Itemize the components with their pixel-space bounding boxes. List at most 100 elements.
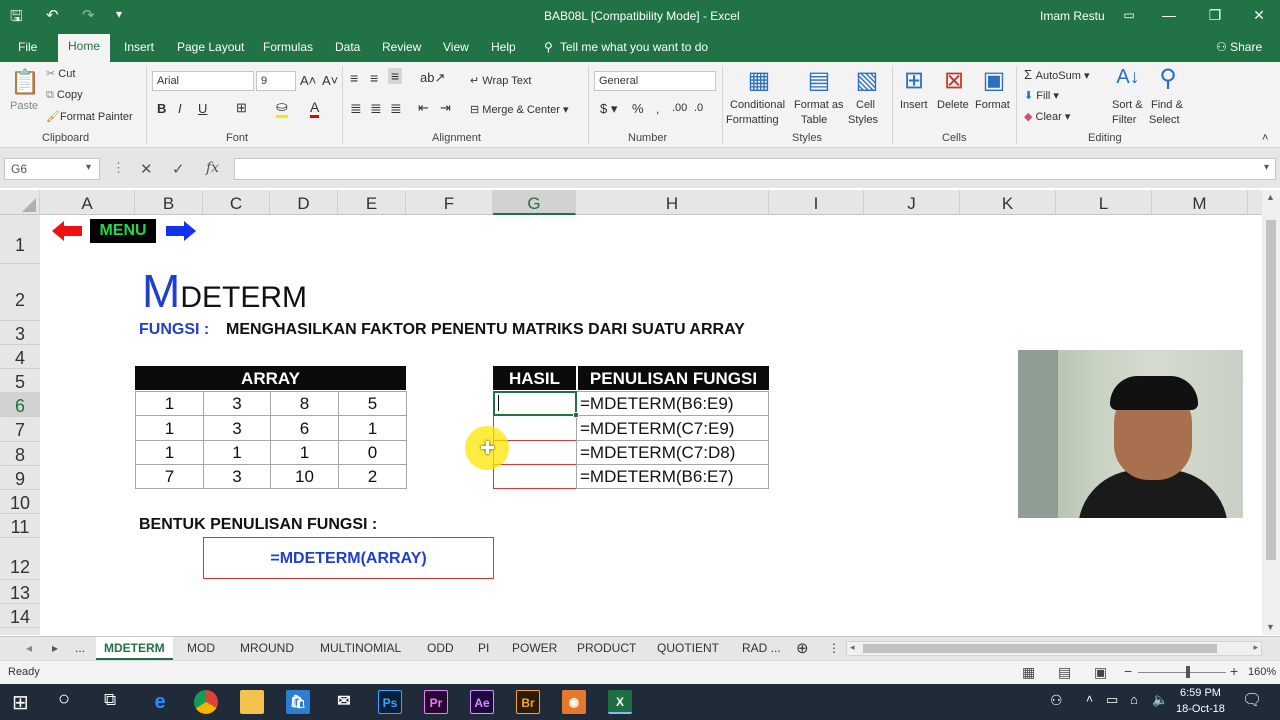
conditional-formatting-icon[interactable]: ▦ bbox=[744, 66, 774, 95]
number-format-select[interactable]: General bbox=[594, 71, 716, 91]
new-sheet-icon[interactable]: ⊕ bbox=[788, 637, 817, 660]
photoshop-icon[interactable]: Ps bbox=[378, 690, 402, 714]
increase-decimal-icon[interactable]: .00 bbox=[672, 102, 687, 114]
merge-center-button[interactable]: ⊟ Merge & Center ▾ bbox=[470, 103, 569, 116]
scroll-left-icon[interactable]: ◂ bbox=[850, 642, 855, 653]
sheet-tab-multinomial[interactable]: MULTINOMIAL bbox=[312, 637, 409, 660]
clock-date[interactable]: 18-Oct-18 bbox=[1176, 703, 1225, 715]
percent-icon[interactable]: % bbox=[632, 101, 644, 116]
array-cell[interactable]: 0 bbox=[338, 440, 407, 465]
column-header-j[interactable]: J bbox=[864, 190, 960, 215]
customize-qat-icon[interactable]: ▾ bbox=[116, 7, 122, 21]
store-icon[interactable]: 🛍 bbox=[286, 690, 310, 714]
column-header-d[interactable]: D bbox=[270, 190, 338, 215]
windows-start-icon[interactable]: ⊞ bbox=[12, 690, 29, 715]
borders-icon[interactable]: ⊞ bbox=[236, 100, 247, 116]
format-cells-icon[interactable]: ▣ bbox=[980, 66, 1008, 95]
bold-icon[interactable]: B bbox=[157, 101, 166, 116]
comma-icon[interactable]: , bbox=[656, 102, 659, 116]
collapse-ribbon-icon[interactable]: ˄ bbox=[1262, 132, 1268, 144]
align-left-icon[interactable]: ≣ bbox=[350, 100, 362, 117]
array-cell[interactable]: 1 bbox=[135, 391, 204, 416]
scroll-down-icon[interactable]: ▼ bbox=[1266, 622, 1275, 632]
insert-cells-label[interactable]: Insert bbox=[900, 99, 928, 111]
array-cell[interactable]: 7 bbox=[135, 464, 204, 489]
font-size-select[interactable]: 9 bbox=[256, 71, 296, 91]
array-cell[interactable]: 3 bbox=[203, 415, 271, 441]
tab-formulas[interactable]: Formulas bbox=[257, 37, 319, 62]
tab-home[interactable]: Home bbox=[58, 34, 111, 62]
row-header-12[interactable]: 12 bbox=[0, 538, 40, 580]
column-header-m[interactable]: M bbox=[1152, 190, 1248, 215]
bridge-icon[interactable]: Br bbox=[516, 690, 540, 714]
vertical-scroll-thumb[interactable] bbox=[1266, 220, 1276, 560]
edge-icon[interactable]: e bbox=[148, 690, 172, 714]
after-effects-icon[interactable]: Ae bbox=[470, 690, 494, 714]
redo-icon[interactable]: ↷ bbox=[82, 6, 95, 24]
array-cell[interactable]: 5 bbox=[338, 391, 407, 416]
tab-file[interactable]: File bbox=[12, 37, 43, 62]
clear-button[interactable]: ◆ Clear ▾ bbox=[1024, 110, 1070, 123]
sheet-tab-pi[interactable]: PI bbox=[470, 637, 497, 660]
premiere-icon[interactable]: Pr bbox=[424, 690, 448, 714]
row-header-4[interactable]: 4 bbox=[0, 345, 40, 369]
notifications-icon[interactable]: 🗨 bbox=[1242, 690, 1262, 710]
sheet-tab-product[interactable]: PRODUCT bbox=[569, 637, 644, 660]
column-header-f[interactable]: F bbox=[406, 190, 493, 215]
tab-data[interactable]: Data bbox=[329, 37, 366, 62]
row-header-2[interactable]: 2 bbox=[0, 264, 40, 321]
horizontal-scroll-thumb[interactable] bbox=[863, 644, 1217, 653]
delete-cells-label[interactable]: Delete bbox=[937, 99, 969, 111]
penulisan-cell[interactable]: =MDETERM(C7:E9) bbox=[576, 415, 769, 441]
font-name-select[interactable]: Arial bbox=[152, 71, 254, 91]
array-cell[interactable]: 1 bbox=[135, 440, 204, 465]
row-header-14[interactable]: 14 bbox=[0, 604, 40, 628]
penulisan-cell[interactable]: =MDETERM(C7:D8) bbox=[576, 440, 769, 465]
format-as-table-icon[interactable]: ▤ bbox=[804, 66, 834, 95]
minimize-icon[interactable]: — bbox=[1146, 0, 1192, 30]
save-icon[interactable]: 🖫 bbox=[10, 6, 23, 31]
scroll-up-icon[interactable]: ▲ bbox=[1266, 192, 1275, 202]
increase-font-icon[interactable]: A˄ bbox=[300, 73, 316, 88]
array-cell[interactable]: 2 bbox=[338, 464, 407, 489]
chrome-icon[interactable] bbox=[194, 690, 218, 714]
conditional-formatting-label2[interactable]: Formatting bbox=[726, 114, 779, 126]
array-cell[interactable]: 6 bbox=[270, 415, 339, 441]
format-as-table-label2[interactable]: Table bbox=[801, 114, 827, 126]
row-header-1[interactable]: 1 bbox=[0, 215, 40, 264]
sheet-tab-more[interactable]: ... bbox=[67, 637, 93, 660]
penulisan-cell[interactable]: =MDETERM(B6:E7) bbox=[576, 464, 769, 489]
array-cell[interactable]: 8 bbox=[270, 391, 339, 416]
row-header-8[interactable]: 8 bbox=[0, 442, 40, 466]
sheet-tab-odd[interactable]: ODD bbox=[419, 637, 462, 660]
row-header-11[interactable]: 11 bbox=[0, 514, 40, 538]
array-cell[interactable]: 1 bbox=[338, 415, 407, 441]
find-select-label2[interactable]: Select bbox=[1149, 114, 1180, 126]
wrap-text-button[interactable]: ↵ Wrap Text bbox=[470, 74, 531, 87]
sheet-tab-mod[interactable]: MOD bbox=[179, 637, 223, 660]
share-button[interactable]: ⚇ Share bbox=[1210, 37, 1268, 62]
undo-icon[interactable]: ↶ bbox=[46, 6, 59, 24]
column-header-g[interactable]: G bbox=[493, 190, 576, 215]
column-header-c[interactable]: C bbox=[203, 190, 270, 215]
sort-filter-label2[interactable]: Filter bbox=[1112, 114, 1136, 126]
paste-icon[interactable]: 📋 bbox=[10, 68, 40, 98]
column-header-i[interactable]: I bbox=[769, 190, 864, 215]
array-cell[interactable]: 3 bbox=[203, 464, 271, 489]
format-painter-button[interactable]: 🖌Format Painter bbox=[46, 110, 133, 123]
italic-icon[interactable]: I bbox=[178, 101, 182, 116]
sheet-tab-mdeterm[interactable]: MDETERM bbox=[96, 637, 173, 660]
sheet-tab-rad[interactable]: RAD ... bbox=[734, 637, 789, 660]
zoom-slider[interactable] bbox=[1138, 672, 1226, 673]
autosum-button[interactable]: Σ AutoSum ▾ bbox=[1024, 67, 1089, 82]
tell-me-input[interactable]: Tell me what you want to do bbox=[554, 37, 714, 62]
excel-taskbar-icon[interactable]: X bbox=[608, 690, 632, 714]
align-top-icon[interactable]: ≡ bbox=[350, 70, 358, 86]
array-cell[interactable]: 10 bbox=[270, 464, 339, 489]
orientation-icon[interactable]: ab↗ bbox=[420, 70, 445, 86]
fill-button[interactable]: ⬇ Fill ▾ bbox=[1024, 89, 1059, 102]
fill-handle[interactable] bbox=[573, 412, 579, 418]
align-right-icon[interactable]: ≣ bbox=[390, 100, 402, 117]
normal-view-icon[interactable]: ▦ bbox=[1022, 664, 1035, 681]
format-cells-label[interactable]: Format bbox=[975, 99, 1010, 111]
